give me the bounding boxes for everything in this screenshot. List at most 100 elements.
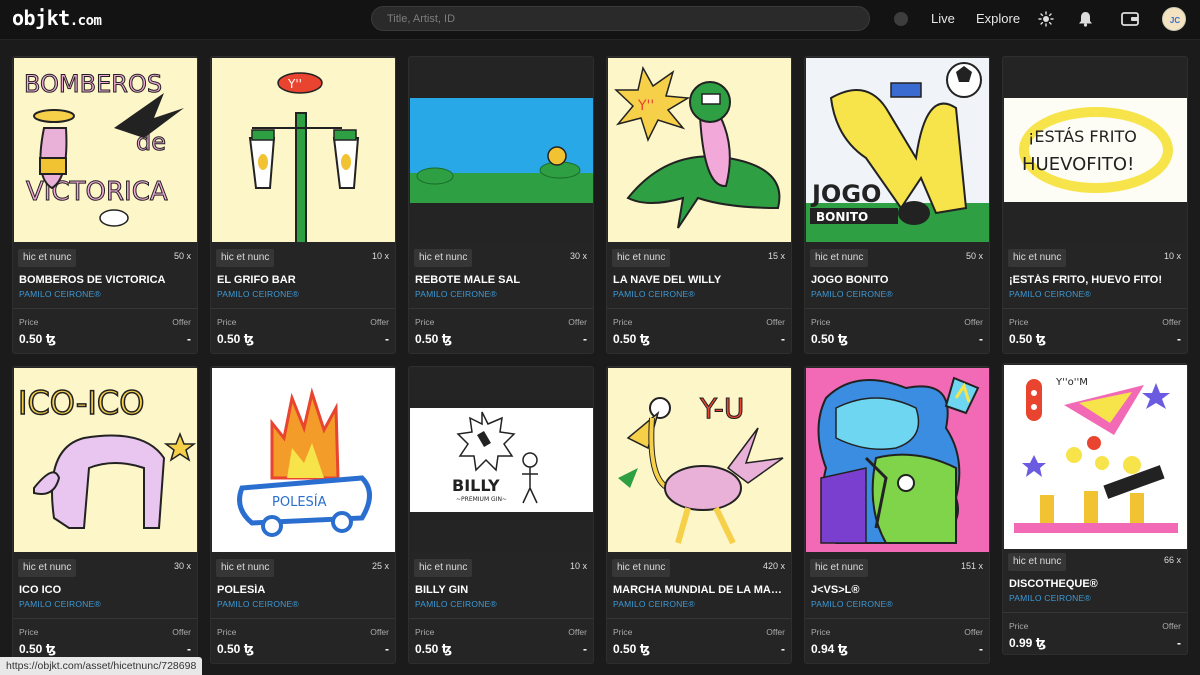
- edition-count: 151 x: [960, 561, 983, 571]
- top-bar: objkt.com Live Explore JC: [0, 0, 1200, 40]
- artwork-card[interactable]: BILLY ~PREMIUM GIN~ hic et nunc 10 x BIL…: [408, 366, 594, 664]
- platform-tag[interactable]: hic et nunc: [414, 249, 473, 267]
- artwork-thumbnail[interactable]: [410, 58, 593, 242]
- artwork-card[interactable]: hic et nunc 151 x J<VS>L® PAMILO CEIRONE…: [804, 366, 990, 664]
- wallet-icon[interactable]: [1120, 9, 1140, 29]
- artist-link[interactable]: PAMILO CEIRONE®: [1009, 289, 1091, 299]
- edition-count: 10 x: [1163, 251, 1181, 261]
- artwork-card[interactable]: JOGO BONITO hic et nunc 50 x JOGO BONITO…: [804, 56, 990, 354]
- artwork-title[interactable]: DISCOTHEQUE®: [1009, 578, 1181, 590]
- artwork-card[interactable]: POLESÍA hic et nunc 25 x POLESÍA PAMILO …: [210, 366, 396, 664]
- artwork-card[interactable]: Y-U hic et nunc 420 x MARCHA MUNDIAL DE …: [606, 366, 792, 664]
- artwork-card[interactable]: Y'' hic et nunc 15 x LA NAVE DEL WILLY P…: [606, 56, 792, 354]
- artist-link[interactable]: PAMILO CEIRONE®: [613, 599, 695, 609]
- artist-link[interactable]: PAMILO CEIRONE®: [811, 599, 893, 609]
- artwork-thumbnail[interactable]: BILLY ~PREMIUM GIN~: [410, 368, 593, 552]
- artwork-card[interactable]: Y''o''M hic et nunc 66 x DISCOTHEQUE® PA…: [1002, 363, 1188, 655]
- artwork-thumbnail[interactable]: ¡ESTÁS FRITO HUEVOFITO!: [1004, 58, 1187, 242]
- artist-link[interactable]: PAMILO CEIRONE®: [19, 599, 101, 609]
- artwork-title[interactable]: REBOTE MALE SAL: [415, 274, 587, 286]
- artist-link[interactable]: PAMILO CEIRONE®: [19, 289, 101, 299]
- browser-status-url: https://objkt.com/asset/hicetnunc/728698: [0, 657, 203, 675]
- svg-text:JOGO: JOGO: [810, 180, 881, 208]
- search-input[interactable]: [371, 6, 870, 31]
- artist-link[interactable]: PAMILO CEIRONE®: [613, 289, 695, 299]
- platform-tag[interactable]: hic et nunc: [810, 249, 869, 267]
- artwork-title[interactable]: ¡ESTÁS FRITO, HUEVO FITO!: [1009, 274, 1181, 286]
- artwork-title[interactable]: POLESÍA: [217, 584, 389, 596]
- platform-tag[interactable]: hic et nunc: [18, 249, 77, 267]
- artwork-card[interactable]: Y'' hic et nunc 10 x EL GRIFO BAR PAMILO…: [210, 56, 396, 354]
- card-divider: [805, 618, 989, 619]
- card-divider: [409, 308, 593, 309]
- artwork-thumbnail[interactable]: [806, 368, 989, 552]
- price-value: 0.94 ꜩ: [811, 642, 848, 656]
- price-label: Price: [415, 627, 435, 637]
- card-divider: [805, 308, 989, 309]
- nav-live[interactable]: Live: [931, 11, 955, 26]
- edition-count: 50 x: [965, 251, 983, 261]
- artwork-thumbnail[interactable]: POLESÍA: [212, 368, 395, 552]
- bell-icon[interactable]: [1075, 9, 1095, 29]
- artwork-thumbnail[interactable]: Y''o''M: [1004, 365, 1187, 549]
- svg-text:BONITO: BONITO: [816, 210, 868, 224]
- svg-text:¡ESTÁS FRITO: ¡ESTÁS FRITO: [1028, 127, 1137, 146]
- offer-value: -: [979, 332, 983, 346]
- artwork-title[interactable]: BILLY GIN: [415, 584, 587, 596]
- edition-count: 10 x: [371, 251, 389, 261]
- svg-text:JC: JC: [1170, 16, 1180, 25]
- avatar[interactable]: JC: [1162, 7, 1186, 31]
- price-label: Price: [415, 317, 435, 327]
- platform-tag[interactable]: hic et nunc: [414, 559, 473, 577]
- artwork-title[interactable]: BOMBEROS DE VICTORICA: [19, 274, 191, 286]
- artwork-title[interactable]: ICO ICO: [19, 584, 191, 596]
- artwork-thumbnail[interactable]: JOGO BONITO: [806, 58, 989, 242]
- artwork-thumbnail[interactable]: BOMBEROS de VICTORICA: [14, 58, 197, 242]
- platform-tag[interactable]: hic et nunc: [18, 559, 77, 577]
- artwork-thumbnail[interactable]: ICO-ICO: [14, 368, 197, 552]
- artwork-title[interactable]: JOGO BONITO: [811, 274, 983, 286]
- site-logo[interactable]: objkt.com: [12, 6, 102, 30]
- edition-count: 30 x: [173, 561, 191, 571]
- platform-tag[interactable]: hic et nunc: [216, 559, 275, 577]
- artist-link[interactable]: PAMILO CEIRONE®: [415, 599, 497, 609]
- sun-icon[interactable]: [1036, 9, 1056, 29]
- artist-link[interactable]: PAMILO CEIRONE®: [1009, 593, 1091, 603]
- artwork-thumbnail[interactable]: Y'': [608, 58, 791, 242]
- card-divider: [211, 618, 395, 619]
- svg-text:ICO-ICO: ICO-ICO: [18, 384, 144, 422]
- artist-link[interactable]: PAMILO CEIRONE®: [217, 599, 299, 609]
- platform-tag[interactable]: hic et nunc: [810, 559, 869, 577]
- artist-link[interactable]: PAMILO CEIRONE®: [415, 289, 497, 299]
- artwork-card[interactable]: hic et nunc 30 x REBOTE MALE SAL PAMILO …: [408, 56, 594, 354]
- svg-text:HUEVOFITO!: HUEVOFITO!: [1022, 154, 1134, 175]
- artwork-title[interactable]: LA NAVE DEL WILLY: [613, 274, 785, 286]
- price-value: 0.50 ꜩ: [613, 332, 650, 346]
- price-label: Price: [811, 627, 831, 637]
- artwork-title[interactable]: EL GRIFO BAR: [217, 274, 389, 286]
- card-divider: [1003, 612, 1187, 613]
- platform-tag[interactable]: hic et nunc: [1008, 553, 1067, 571]
- artist-link[interactable]: PAMILO CEIRONE®: [217, 289, 299, 299]
- artwork-title[interactable]: J<VS>L®: [811, 584, 983, 596]
- edition-count: 15 x: [767, 251, 785, 261]
- artwork-card[interactable]: ¡ESTÁS FRITO HUEVOFITO! hic et nunc 10 x…: [1002, 56, 1188, 354]
- offer-label: Offer: [766, 317, 785, 327]
- platform-tag[interactable]: hic et nunc: [1008, 249, 1067, 267]
- platform-tag[interactable]: hic et nunc: [612, 559, 671, 577]
- platform-tag[interactable]: hic et nunc: [612, 249, 671, 267]
- artwork-thumbnail[interactable]: Y-U: [608, 368, 791, 552]
- artwork-title[interactable]: MARCHA MUNDIAL DE LA MAR…: [613, 584, 785, 596]
- card-divider: [607, 618, 791, 619]
- nav-explore[interactable]: Explore: [976, 11, 1020, 26]
- price-label: Price: [811, 317, 831, 327]
- offer-value: -: [1177, 636, 1181, 650]
- offer-value: -: [781, 642, 785, 656]
- artwork-card[interactable]: ICO-ICO hic et nunc 30 x ICO ICO PAMILO …: [12, 366, 198, 664]
- card-divider: [409, 618, 593, 619]
- artist-link[interactable]: PAMILO CEIRONE®: [811, 289, 893, 299]
- artwork-card[interactable]: BOMBEROS de VICTORICA hic et nunc 50 x B…: [12, 56, 198, 354]
- offer-value: -: [187, 642, 191, 656]
- artwork-thumbnail[interactable]: Y'': [212, 58, 395, 242]
- platform-tag[interactable]: hic et nunc: [216, 249, 275, 267]
